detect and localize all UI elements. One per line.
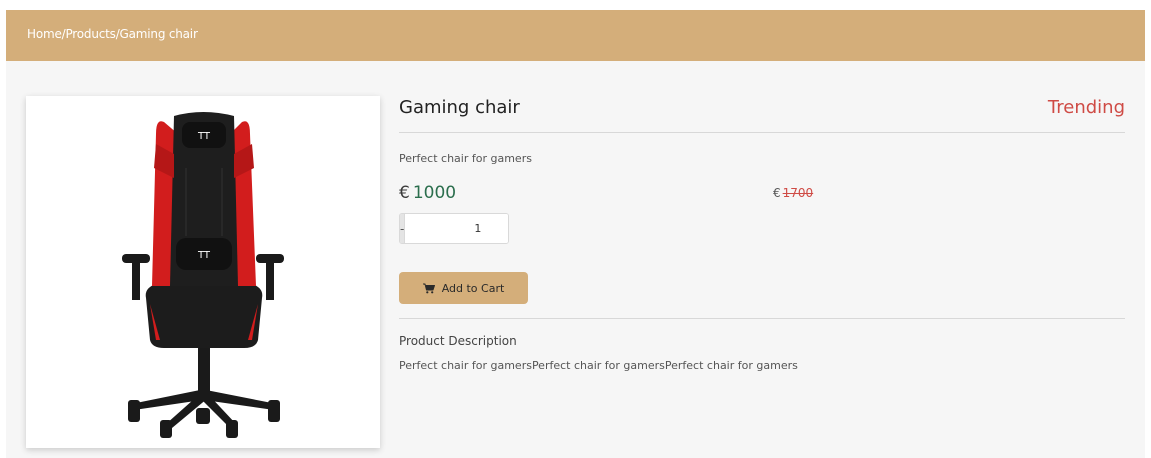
- description-heading: Product Description: [399, 334, 517, 348]
- description-text: Perfect chair for gamersPerfect chair fo…: [399, 359, 798, 372]
- old-price-value: 1700: [782, 186, 814, 200]
- old-price-currency: €: [773, 186, 781, 200]
- old-price: €1700: [773, 186, 813, 200]
- breadcrumb[interactable]: Home/Products/Gaming chair: [27, 27, 198, 41]
- breadcrumb-bar: Home/Products/Gaming chair: [6, 10, 1145, 61]
- current-price: €1000: [399, 183, 456, 203]
- quantity-input[interactable]: [404, 214, 508, 243]
- product-image: TT TT: [26, 96, 380, 448]
- add-to-cart-button[interactable]: Add to Cart: [399, 272, 528, 304]
- svg-text:TT: TT: [197, 250, 211, 261]
- price-value: 1000: [412, 183, 457, 203]
- title-divider: [399, 132, 1125, 133]
- quantity-stepper: - +: [399, 213, 509, 244]
- description-divider: [399, 318, 1125, 319]
- product-page: Home/Products/Gaming chair TT TT Gaming …: [6, 10, 1145, 458]
- product-title: Gaming chair: [399, 97, 520, 118]
- shopping-cart-icon: [422, 283, 435, 293]
- currency-symbol: €: [399, 183, 410, 203]
- gaming-chair-image: TT TT: [122, 112, 284, 438]
- svg-text:TT: TT: [197, 131, 211, 142]
- product-subtitle: Perfect chair for gamers: [399, 152, 532, 165]
- trending-badge: Trending: [1047, 97, 1125, 118]
- add-to-cart-label: Add to Cart: [441, 281, 505, 295]
